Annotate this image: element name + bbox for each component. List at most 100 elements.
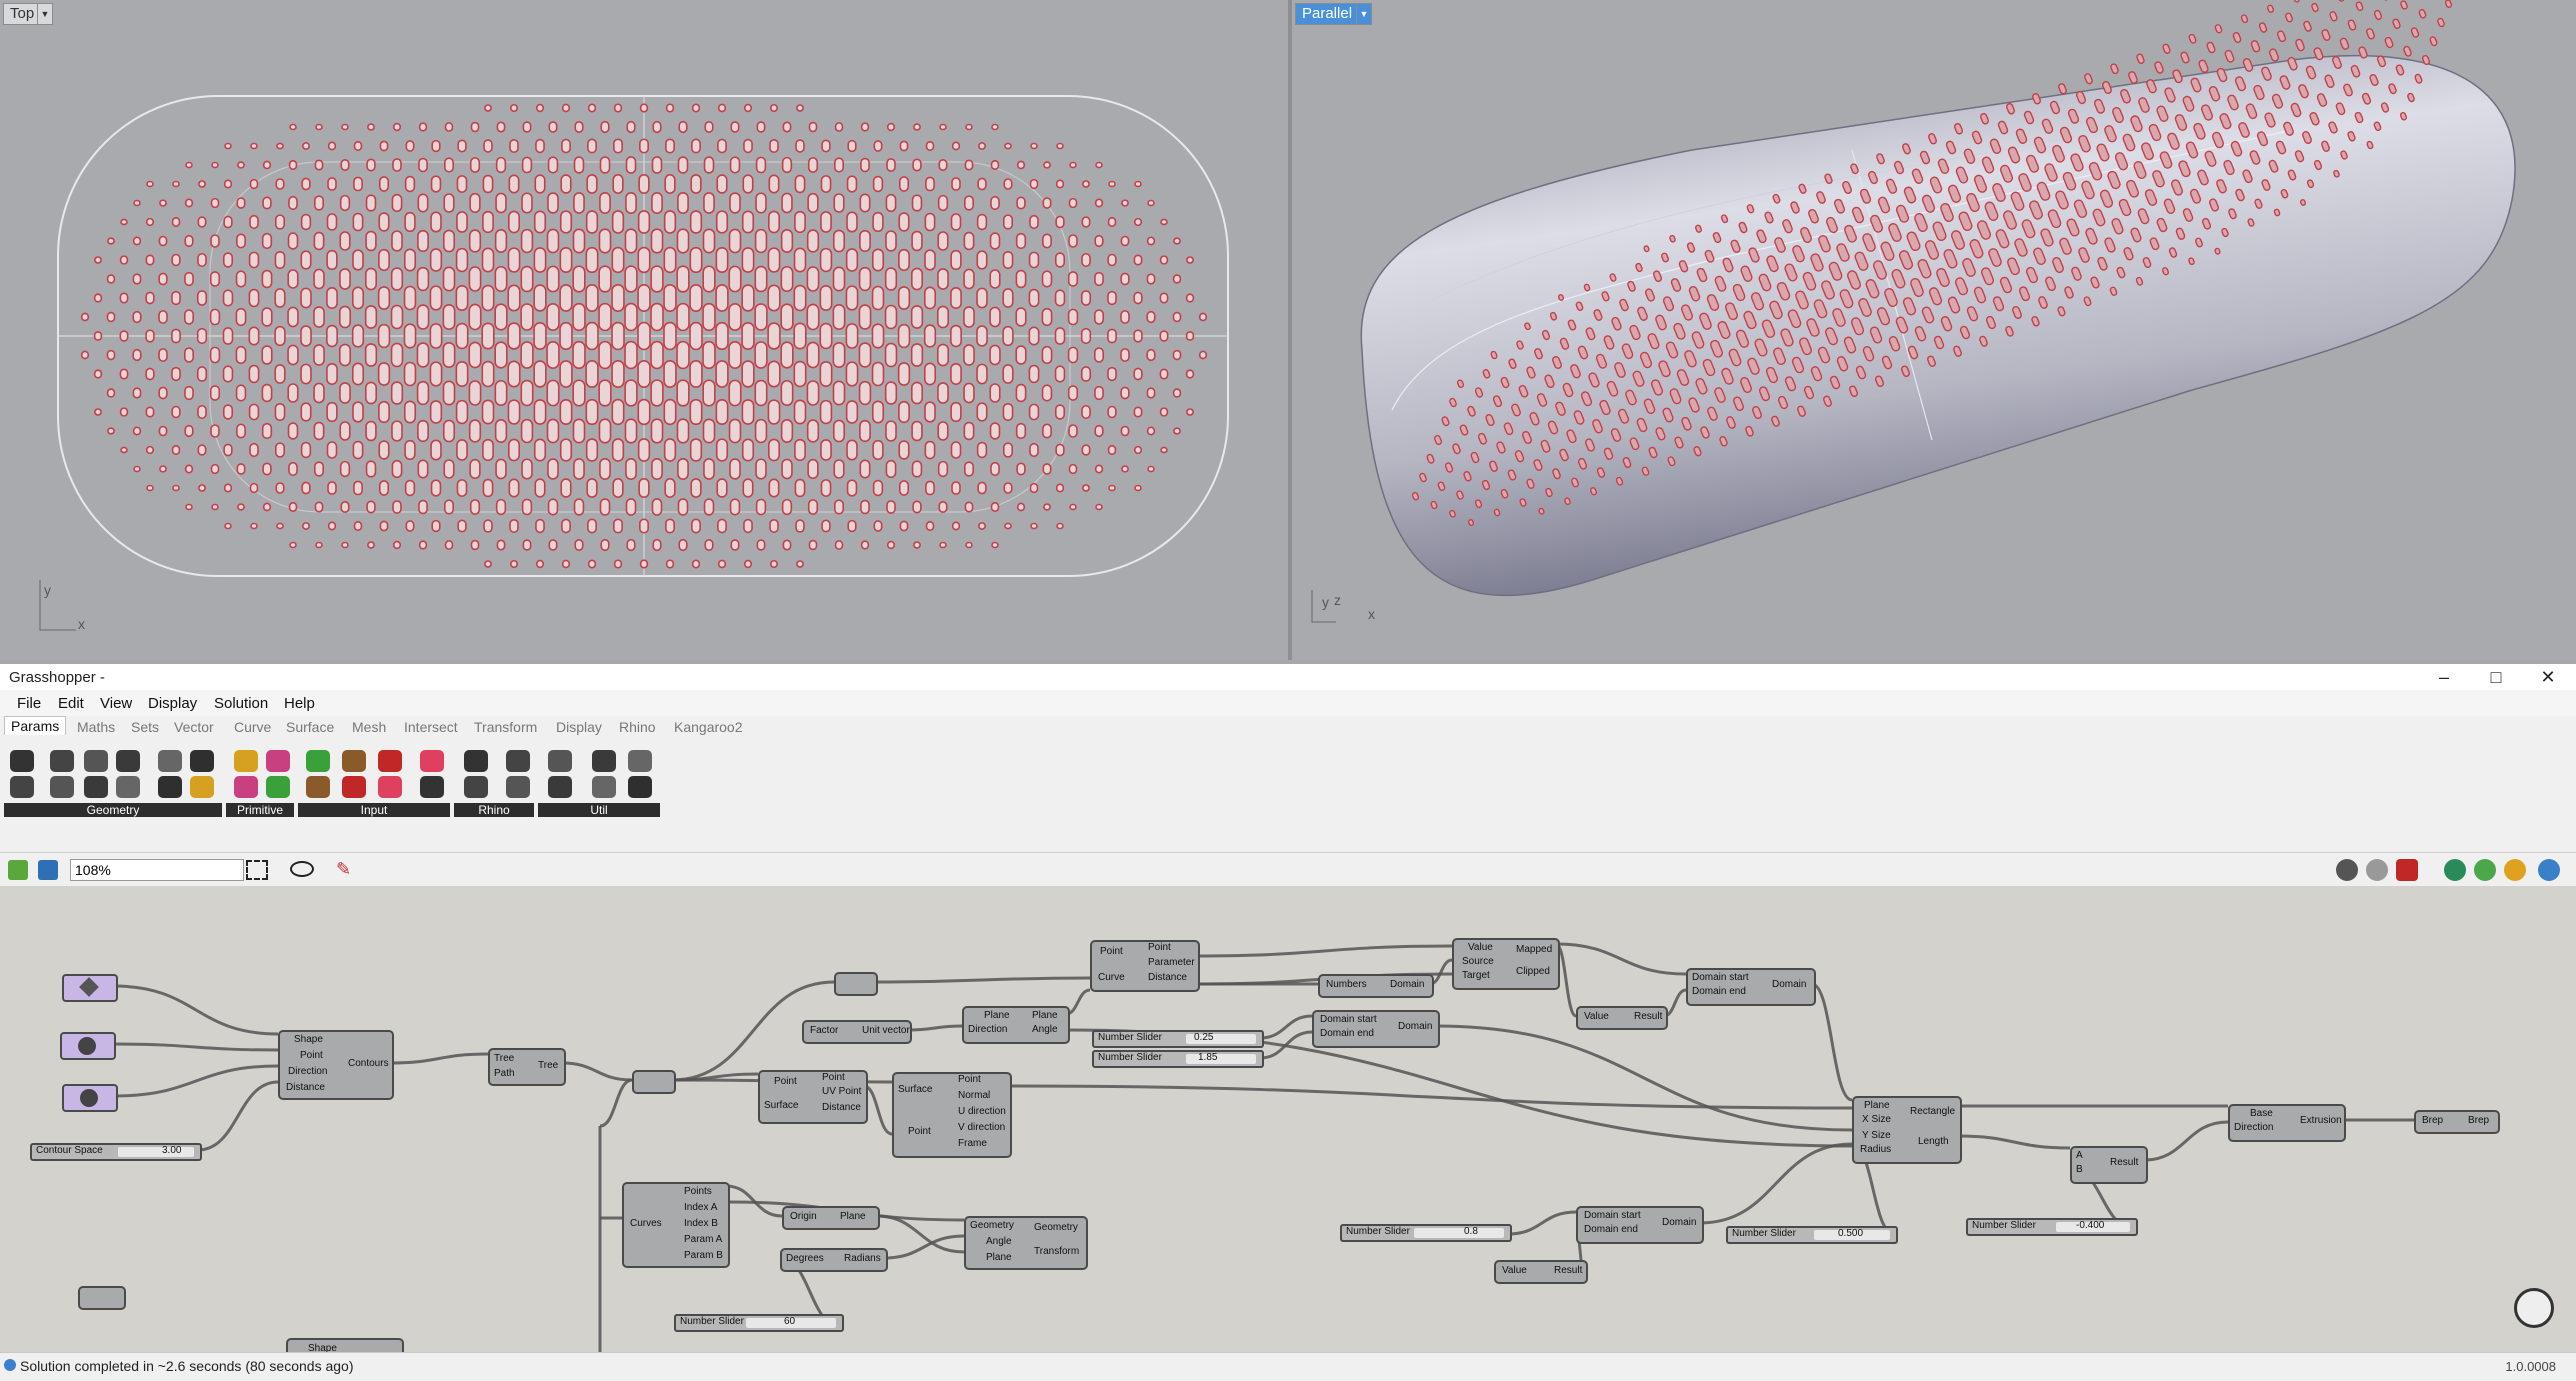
ribbon-group-rhino[interactable]: Rhino xyxy=(454,803,534,817)
brep-param-2[interactable] xyxy=(78,1286,126,1310)
evaluate-surface-component[interactable]: Point Surface Point UV Point Distance xyxy=(758,1070,868,1124)
shape-param[interactable] xyxy=(632,1070,676,1094)
input-direction: Direction xyxy=(288,1066,328,1077)
top-viewport[interactable]: Top ▼ y x xyxy=(0,0,1288,660)
input-distance: Distance xyxy=(286,1082,325,1093)
tab-surface[interactable]: Surface xyxy=(286,719,334,735)
window-title: Grasshopper - xyxy=(9,669,105,686)
bounds-component[interactable]: Numbers Domain xyxy=(1318,974,1434,998)
preview-off-icon[interactable] xyxy=(2336,859,2358,881)
viewport-menu-arrow-icon[interactable]: ▼ xyxy=(37,3,53,25)
input-factor: Factor xyxy=(810,1025,839,1036)
preview-wire-icon[interactable] xyxy=(2366,859,2388,881)
construct-domain-2[interactable]: Domain start Domain end Domain xyxy=(1686,968,1816,1006)
zoom-extents-icon[interactable] xyxy=(246,860,268,880)
angle-component[interactable]: Plane Direction Plane Angle xyxy=(962,1006,1070,1044)
multiplication-component[interactable]: A B Result xyxy=(2070,1146,2148,1184)
viewport-menu-arrow-icon[interactable]: ▼ xyxy=(1356,3,1372,25)
contour-space-slider[interactable]: Contour Space 3.00 xyxy=(30,1143,202,1161)
preview-shaded-icon[interactable] xyxy=(2396,859,2418,881)
unit-vector-component[interactable]: Factor Unit vector xyxy=(802,1020,912,1044)
menu-solution[interactable]: Solution xyxy=(214,695,268,712)
preview-eye-icon[interactable] xyxy=(290,861,314,877)
menu-file[interactable]: File xyxy=(17,695,41,712)
tab-rhino[interactable]: Rhino xyxy=(619,719,656,735)
ribbon-group-primitive[interactable]: Primitive xyxy=(226,803,294,817)
contours-component[interactable]: Shape Point Direction Distance Contours xyxy=(278,1030,394,1100)
preview-material-icon[interactable] xyxy=(2504,859,2526,881)
number-slider-60[interactable]: Number Slider 60 xyxy=(674,1314,844,1332)
rectangle-component[interactable]: Plane X Size Y Size Radius Rectangle Len… xyxy=(1852,1096,1962,1164)
input-curves: Curves xyxy=(630,1218,662,1229)
preview-mesh-icon[interactable] xyxy=(2444,859,2466,881)
preview-select-icon[interactable] xyxy=(2474,859,2496,881)
parallel-viewport[interactable]: Parallel ▼ y z x xyxy=(1292,0,2576,660)
curve-param[interactable] xyxy=(834,972,878,996)
grasshopper-canvas[interactable]: Contour Space 3.00 Shape Point Direction… xyxy=(0,886,2576,1352)
input-end: Domain end xyxy=(1584,1224,1638,1235)
curve-closest-list-component[interactable]: Curves Points Index A Index B Param A Pa… xyxy=(622,1182,730,1268)
output-frame: Frame xyxy=(958,1138,987,1149)
output-domain: Domain xyxy=(1398,1021,1433,1032)
menu-display[interactable]: Display xyxy=(148,695,197,712)
minimize-icon[interactable]: – xyxy=(2418,664,2470,690)
tab-intersect[interactable]: Intersect xyxy=(404,719,458,735)
surface-frame-component[interactable]: Surface Point Point Normal U direction V… xyxy=(892,1072,1012,1158)
tab-display[interactable]: Display xyxy=(556,719,602,735)
input-path: Path xyxy=(494,1068,515,1079)
navigation-compass-icon[interactable] xyxy=(2514,1288,2554,1328)
slider-name: Number Slider xyxy=(1098,1032,1162,1043)
menu-view[interactable]: View xyxy=(100,695,132,712)
tab-kangaroo2[interactable]: Kangaroo2 xyxy=(674,719,743,735)
number-slider-025[interactable]: Number Slider 0.25 xyxy=(1092,1030,1264,1048)
tab-curve[interactable]: Curve xyxy=(234,719,271,735)
number-slider-0500[interactable]: Number Slider 0.500 xyxy=(1726,1226,1898,1244)
radians-component[interactable]: Degrees Radians xyxy=(780,1248,888,1272)
point-param[interactable] xyxy=(60,1032,116,1060)
number-slider-08[interactable]: Number Slider 0.8 xyxy=(1340,1224,1512,1242)
ribbon-group-geometry[interactable]: Geometry xyxy=(4,803,222,817)
open-file-icon[interactable] xyxy=(8,860,28,880)
viewport-title-top[interactable]: Top xyxy=(3,3,42,25)
output-radians: Radians xyxy=(844,1253,881,1264)
tab-mesh[interactable]: Mesh xyxy=(352,719,386,735)
construct-domain-3[interactable]: Domain start Domain end Domain xyxy=(1576,1206,1704,1244)
negative-component-1[interactable]: Value Result xyxy=(1576,1006,1668,1030)
output-tree: Tree xyxy=(538,1060,559,1071)
tab-sets[interactable]: Sets xyxy=(131,719,159,735)
input-brep: Brep xyxy=(2422,1115,2444,1126)
number-slider-185[interactable]: Number Slider 1.85 xyxy=(1092,1050,1264,1068)
menu-help[interactable]: Help xyxy=(284,695,315,712)
save-file-icon[interactable] xyxy=(38,860,58,880)
brep-container[interactable]: Brep Brep xyxy=(2414,1110,2500,1134)
viewport-title-parallel[interactable]: Parallel xyxy=(1295,3,1360,25)
rotate-component[interactable]: Geometry Angle Plane Geometry Transform xyxy=(964,1216,1088,1270)
tab-maths[interactable]: Maths xyxy=(77,719,115,735)
close-icon[interactable]: ✕ xyxy=(2522,664,2574,690)
construct-domain-1[interactable]: Domain start Domain end Domain xyxy=(1312,1010,1440,1048)
curve-closest-point-component[interactable]: Point Curve Point Parameter Distance xyxy=(1090,940,1200,992)
parallel-view-drawing xyxy=(1311,0,2516,623)
xy-plane-component[interactable]: Origin Plane xyxy=(782,1206,880,1230)
globe-icon[interactable] xyxy=(2538,859,2560,881)
extrusion-component[interactable]: Base Direction Extrusion xyxy=(2228,1104,2346,1142)
remap-component[interactable]: Value Source Target Mapped Clipped xyxy=(1452,938,1560,990)
input-start: Domain start xyxy=(1584,1210,1641,1221)
ribbon-group-util[interactable]: Util xyxy=(538,803,660,817)
number-slider-neg0400[interactable]: Number Slider -0.400 xyxy=(1966,1218,2138,1236)
brep-param[interactable] xyxy=(62,974,118,1002)
negative-component-2[interactable]: Value Result xyxy=(1494,1260,1588,1284)
tree-component[interactable]: Tree Path Tree xyxy=(488,1048,566,1086)
tab-transform[interactable]: Transform xyxy=(474,719,537,735)
zoom-combobox[interactable]: 108% xyxy=(70,859,244,881)
ribbon-group-input[interactable]: Input xyxy=(298,803,450,817)
vector-param[interactable] xyxy=(62,1084,118,1112)
tab-params[interactable]: Params xyxy=(4,716,67,735)
maximize-icon[interactable]: □ xyxy=(2470,664,2522,690)
sketch-pen-icon[interactable]: ✎ xyxy=(336,859,356,881)
menu-edit[interactable]: Edit xyxy=(58,695,84,712)
output-domain: Domain xyxy=(1662,1217,1697,1228)
input-surface: Surface xyxy=(764,1100,799,1111)
tab-vector[interactable]: Vector xyxy=(174,719,214,735)
shape-input-component[interactable]: Shape xyxy=(286,1338,404,1352)
